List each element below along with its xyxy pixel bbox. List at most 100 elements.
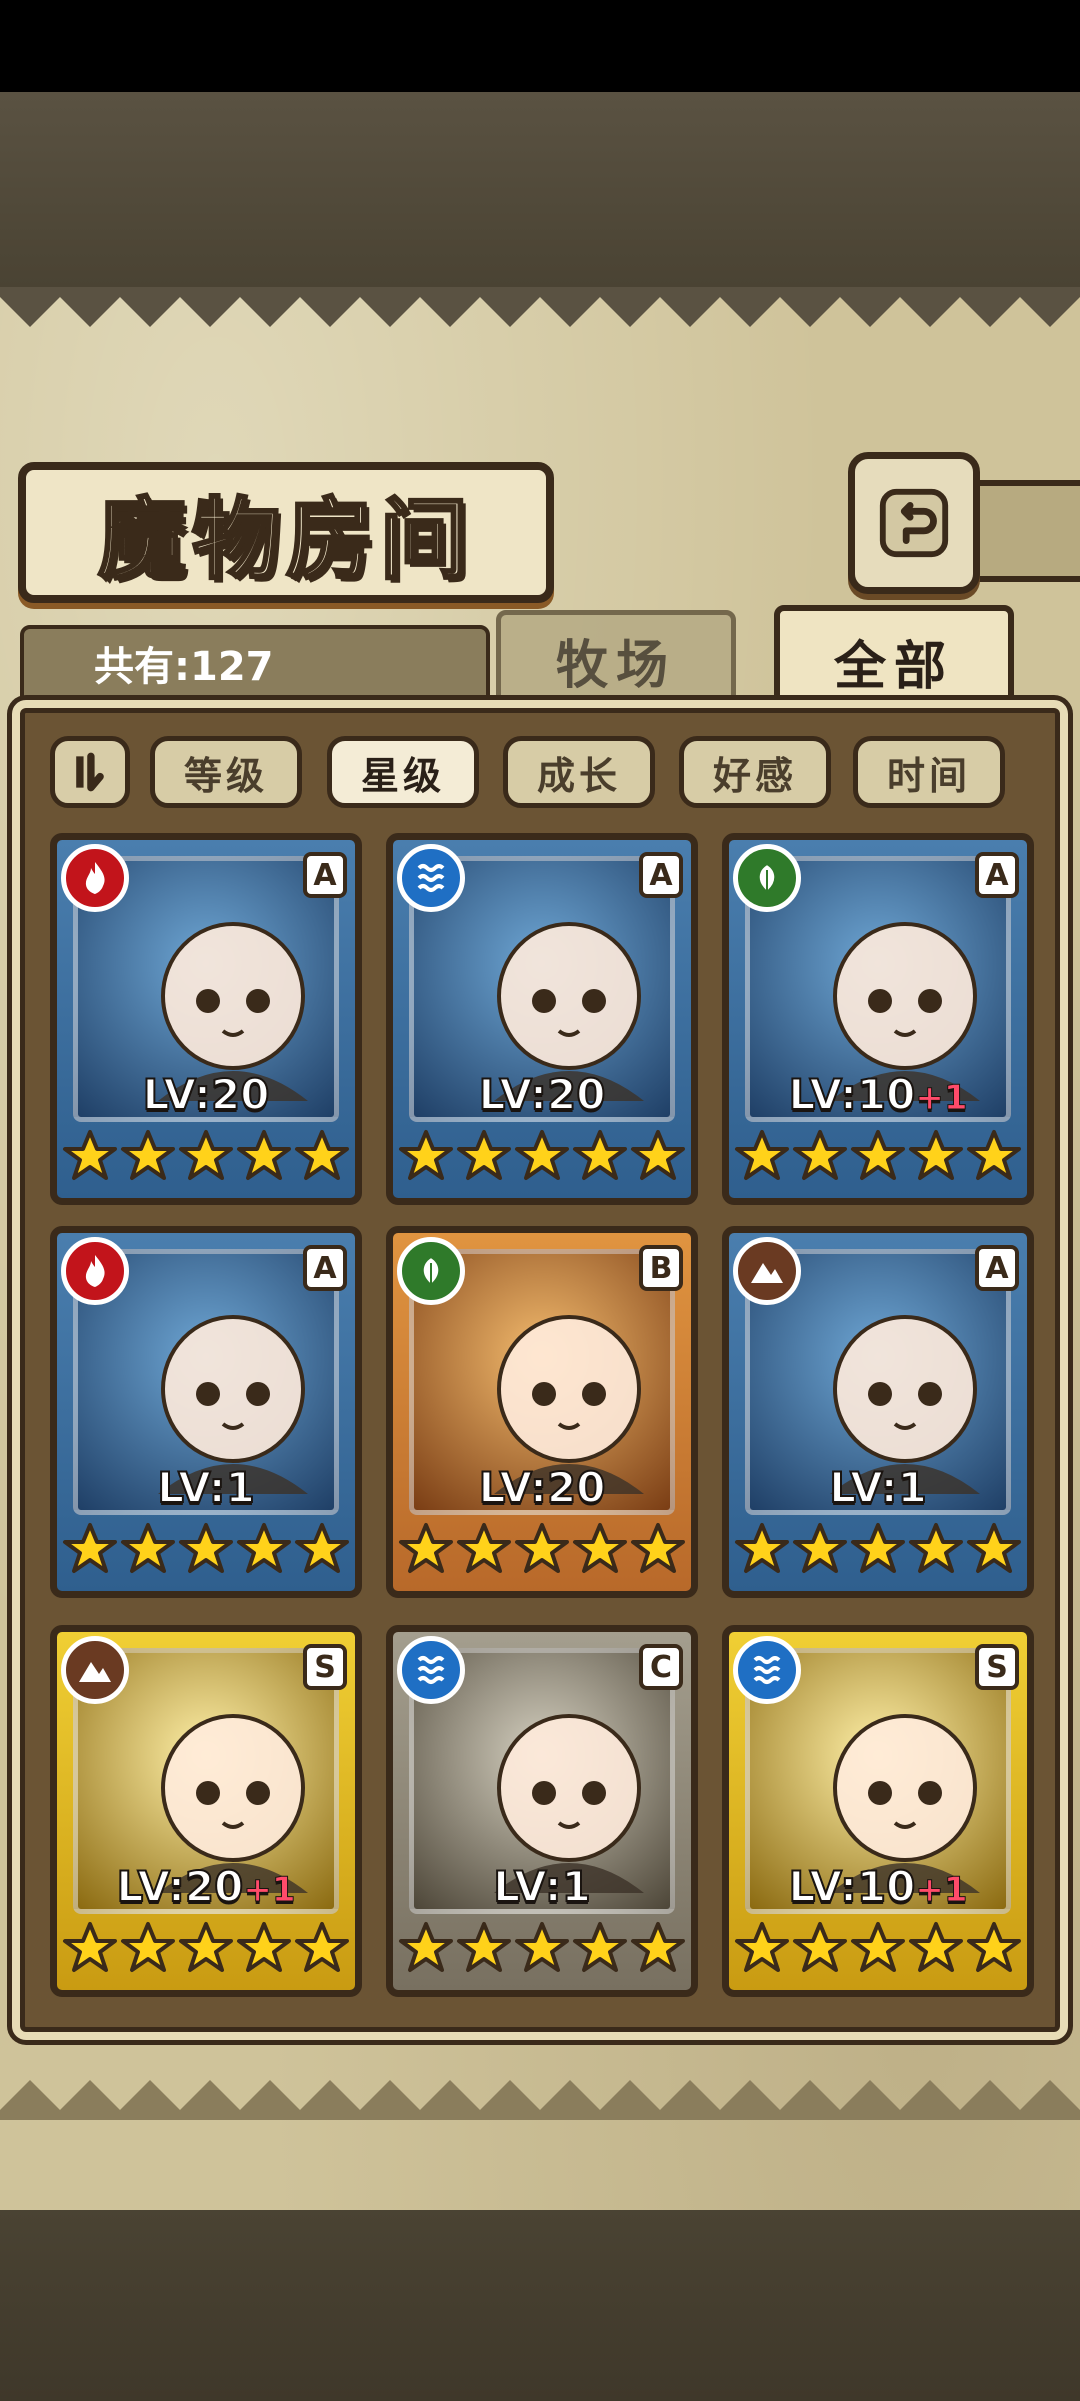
star-icon — [630, 1128, 686, 1192]
sort-time-button[interactable]: 时间 — [853, 736, 1005, 808]
star-icon — [630, 1920, 686, 1984]
level-label: LV:10 — [788, 1861, 917, 1912]
monster-card[interactable]: A LV:1 — [722, 1226, 1034, 1598]
top-band — [0, 92, 1080, 287]
star-icon — [850, 1128, 906, 1192]
level-display: LV:10+1 — [729, 1861, 1027, 1912]
sort-star-button[interactable]: 星级 — [327, 736, 479, 808]
star-icon — [456, 1128, 512, 1192]
star-icon — [792, 1920, 848, 1984]
star-icon — [966, 1128, 1022, 1192]
monster-card[interactable]: S LV:20+1 — [50, 1625, 362, 1997]
star-rating — [57, 1920, 355, 1984]
level-label: LV:1 — [492, 1861, 592, 1912]
total-count-bar: 共有:127 — [20, 625, 490, 701]
rank-badge: A — [303, 852, 347, 898]
back-button[interactable] — [848, 452, 980, 594]
star-icon — [236, 1521, 292, 1585]
level-label: LV:1 — [828, 1462, 928, 1513]
rank-badge: S — [975, 1644, 1019, 1690]
star-icon — [456, 1521, 512, 1585]
star-icon — [966, 1521, 1022, 1585]
star-icon — [294, 1920, 350, 1984]
nature-element-icon — [733, 844, 801, 912]
sort-affection-button[interactable]: 好感 — [679, 736, 831, 808]
fire-element-icon — [61, 844, 129, 912]
star-rating — [57, 1128, 355, 1192]
level-plus: +1 — [243, 1870, 296, 1911]
sort-growth-button[interactable]: 成长 — [503, 736, 655, 808]
star-icon — [456, 1920, 512, 1984]
star-rating — [729, 1521, 1027, 1585]
rank-badge: A — [975, 852, 1019, 898]
star-icon — [850, 1920, 906, 1984]
water-element-icon — [397, 844, 465, 912]
water-element-icon — [733, 1636, 801, 1704]
star-icon — [236, 1920, 292, 1984]
star-rating — [57, 1521, 355, 1585]
rank-badge: A — [303, 1245, 347, 1291]
bottom-band — [0, 2210, 1080, 2401]
return-icon — [879, 488, 949, 558]
star-icon — [514, 1920, 570, 1984]
star-icon — [734, 1521, 790, 1585]
star-rating — [729, 1920, 1027, 1984]
star-icon — [908, 1128, 964, 1192]
star-icon — [294, 1128, 350, 1192]
sort-order-icon — [76, 752, 104, 792]
star-icon — [908, 1920, 964, 1984]
level-display: LV:1 — [393, 1861, 691, 1912]
fire-element-icon — [61, 1237, 129, 1305]
level-label: LV:20 — [478, 1462, 607, 1513]
level-display: LV:1 — [729, 1462, 1027, 1513]
monster-card[interactable]: A LV:20 — [386, 833, 698, 1205]
monster-card[interactable]: A LV:20 — [50, 833, 362, 1205]
monster-card[interactable]: A LV:10+1 — [722, 833, 1034, 1205]
star-icon — [120, 1521, 176, 1585]
star-icon — [514, 1128, 570, 1192]
tab-ranch[interactable]: 牧场 — [496, 610, 736, 710]
earth-element-icon — [61, 1636, 129, 1704]
level-display: LV:20 — [57, 1069, 355, 1120]
star-icon — [572, 1920, 628, 1984]
zigzag-edge-top — [0, 287, 1080, 327]
level-label: LV:10 — [788, 1069, 917, 1120]
star-icon — [908, 1521, 964, 1585]
level-display: LV:20+1 — [57, 1861, 355, 1912]
star-icon — [178, 1920, 234, 1984]
star-icon — [62, 1128, 118, 1192]
star-icon — [236, 1128, 292, 1192]
level-label: LV:20 — [478, 1069, 607, 1120]
level-plus: +1 — [915, 1078, 968, 1119]
level-display: LV:20 — [393, 1462, 691, 1513]
level-label: LV:20 — [116, 1861, 245, 1912]
sort-order-button[interactable] — [50, 736, 130, 808]
star-icon — [120, 1920, 176, 1984]
monster-card[interactable]: B LV:20 — [386, 1226, 698, 1598]
star-icon — [572, 1128, 628, 1192]
monster-card[interactable]: A LV:1 — [50, 1226, 362, 1598]
star-icon — [178, 1521, 234, 1585]
monster-card[interactable]: C LV:1 — [386, 1625, 698, 1997]
rank-badge: A — [639, 852, 683, 898]
star-icon — [734, 1920, 790, 1984]
star-icon — [850, 1521, 906, 1585]
sort-level-button[interactable]: 等级 — [150, 736, 302, 808]
star-icon — [514, 1521, 570, 1585]
star-icon — [792, 1128, 848, 1192]
star-icon — [178, 1128, 234, 1192]
star-rating — [393, 1521, 691, 1585]
star-icon — [62, 1521, 118, 1585]
monster-card[interactable]: S LV:10+1 — [722, 1625, 1034, 1997]
star-icon — [398, 1521, 454, 1585]
level-label: LV:20 — [142, 1069, 271, 1120]
star-icon — [398, 1920, 454, 1984]
level-display: LV:1 — [57, 1462, 355, 1513]
star-icon — [120, 1128, 176, 1192]
star-icon — [294, 1521, 350, 1585]
star-icon — [630, 1521, 686, 1585]
rank-badge: B — [639, 1245, 683, 1291]
star-icon — [398, 1128, 454, 1192]
earth-element-icon — [733, 1237, 801, 1305]
back-rail — [968, 480, 1080, 582]
